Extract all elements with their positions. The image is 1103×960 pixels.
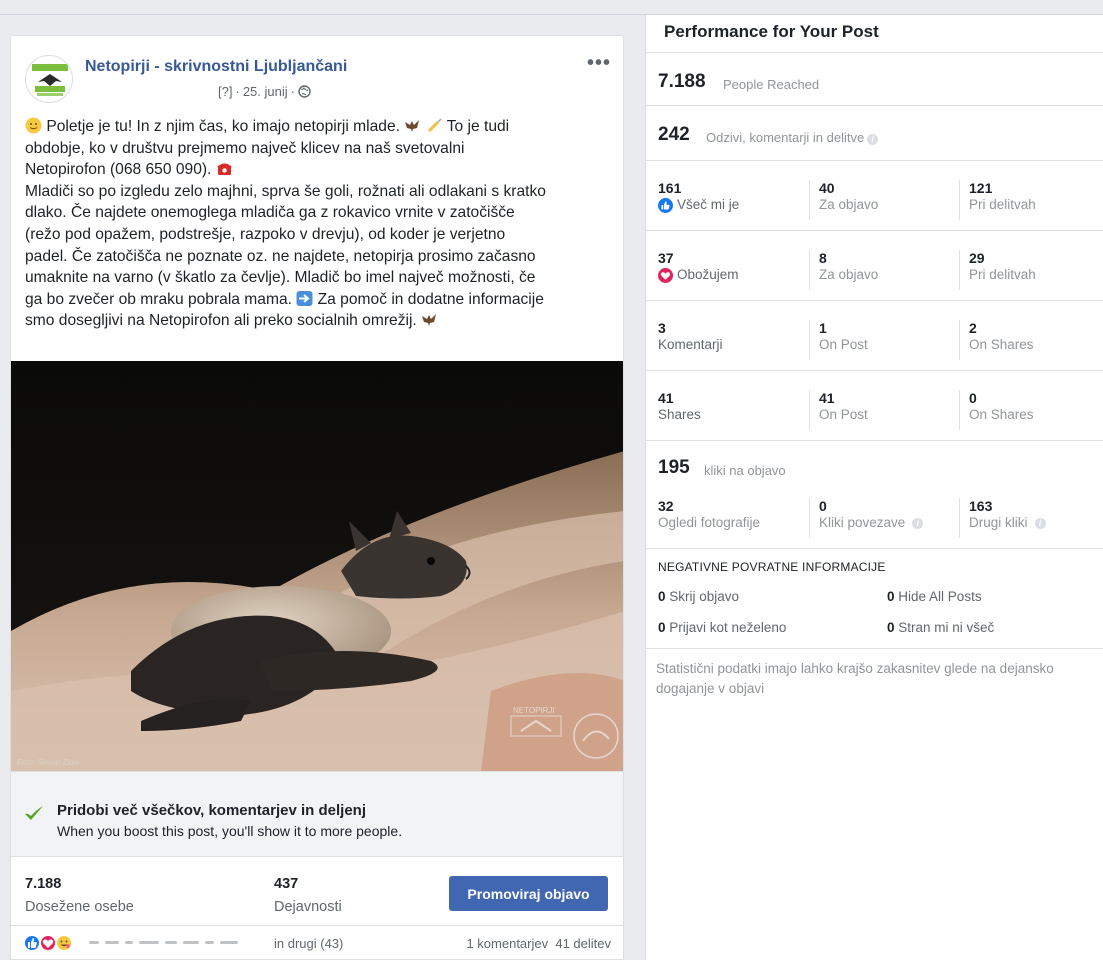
right-arrow-emoji-icon [296, 290, 313, 306]
comments-count-link[interactable]: 1 komentarjev [466, 936, 548, 951]
people-reached-section: 7.188 People Reached [646, 52, 1103, 105]
svg-text:NETOPIRJI: NETOPIRJI [513, 706, 555, 715]
likes-row: 161 Všeč mi je 40 Za objavo 121 Pri deli… [646, 160, 1103, 230]
post-header: Netopirji - skrivnostni Ljubljančani [?]… [25, 50, 623, 110]
loves-total: 37 [658, 250, 674, 266]
hide-all-posts-stat: 0 Hide All Posts [887, 589, 982, 604]
privacy-marker: [?] [218, 84, 233, 99]
syringe-emoji-icon [427, 118, 442, 133]
page-logo-icon [32, 64, 68, 96]
photo-views-label: Ogledi fotografije [658, 515, 761, 530]
likes-total: 161 [658, 180, 682, 196]
performance-panel: Performance for Your Post 7.188 People R… [645, 15, 1103, 960]
post-photo[interactable]: NETOPIRJI Foto: Simon Zidar [11, 361, 623, 771]
engagement-label: Dejavnosti [274, 899, 342, 915]
likes-on-post: 40 [819, 180, 835, 196]
shares-on-post: 41 [819, 390, 835, 406]
blurred-reactor-names[interactable] [89, 938, 264, 946]
checkmark-icon [25, 806, 43, 820]
reactions-row: in drugi (43) 1 komentarjev 41 delitev [11, 926, 623, 959]
bat-emoji-icon [422, 314, 437, 327]
more-options-icon[interactable]: ••• [587, 52, 611, 75]
statistics-footnote: Statistični podatki imajo lahko krajšo z… [656, 661, 1054, 696]
comments-on-shares: 2 [969, 320, 977, 336]
loves-label: Obožujem [677, 267, 739, 282]
post-date-link[interactable]: 25. junij [243, 84, 288, 99]
photo-views-value: 32 [658, 498, 674, 514]
engagement-value: 437 [274, 876, 299, 892]
boost-title: Pridobi več všečkov, komentarjev in delj… [57, 802, 367, 819]
loves-row: 37 Obožujem 8 Za objavo 29 Pri delitvah [646, 230, 1103, 300]
like-reaction-icon[interactable] [23, 934, 41, 952]
post-text: Poletje je tu! In z njim čas, ko imajo n… [25, 117, 546, 330]
boost-subtitle: When you boost this post, you'll show it… [57, 823, 403, 839]
reactions-total-section: 242 Odzivi, komentarji in delitve i [646, 105, 1103, 160]
like-icon [658, 197, 673, 213]
loves-on-post: 8 [819, 250, 827, 266]
footnote-section: Statistični podatki imajo lahko krajšo z… [646, 648, 1103, 728]
smile-emoji-icon [25, 117, 42, 134]
loves-on-shares: 29 [969, 250, 985, 266]
bat-emoji-icon [405, 120, 420, 132]
unlike-page-stat: 0 Stran mi ni všeč [887, 620, 995, 635]
comments-label: Komentarji [658, 337, 723, 352]
shares-count-link[interactable]: 41 delitev [555, 936, 611, 951]
haha-reaction-icon[interactable] [55, 934, 73, 952]
shares-on-shares: 0 [969, 390, 977, 406]
page-name-link[interactable]: Netopirji - skrivnostni Ljubljančani [85, 58, 347, 76]
info-icon[interactable]: i [1034, 517, 1046, 529]
info-icon[interactable]: i [912, 517, 924, 529]
hide-post-stat: 0 Skrij objavo [658, 589, 740, 604]
reactions-total-label: Odzivi, komentarji in delitve i [706, 130, 879, 145]
shares-row: 41 Shares 41 On Post 0 On Shares [646, 370, 1103, 440]
reached-label: Dosežene osebe [25, 899, 134, 915]
comments-on-post: 1 [819, 320, 827, 336]
love-reaction-icon[interactable] [39, 934, 57, 952]
post-clicks-value: 195 [658, 457, 690, 478]
link-clicks-label: Kliki povezave [819, 515, 906, 530]
love-icon [658, 267, 673, 283]
other-clicks-label: Drugi kliki [969, 515, 1028, 530]
post-meta: [?] · 25. junij · [218, 84, 311, 99]
reached-value: 7.188 [25, 876, 62, 892]
negative-feedback-title: NEGATIVNE POVRATNE INFORMACIJE [658, 560, 886, 574]
telephone-emoji-icon [216, 163, 232, 176]
boost-banner[interactable]: Pridobi več všečkov, komentarjev in delj… [11, 771, 623, 857]
globe-icon[interactable] [298, 85, 311, 98]
page-avatar[interactable] [25, 55, 73, 103]
comment-share-counts: 1 komentarjev 41 delitev [466, 936, 611, 951]
report-spam-stat: 0 Prijavi kot neželeno [658, 620, 787, 635]
post-clicks-label: kliki na objavo [704, 463, 786, 478]
shares-total: 41 [658, 390, 674, 406]
people-reached-value: 7.188 [658, 71, 706, 92]
post-stats-row: 7.188 Dosežene osebe 437 Dejavnosti Prom… [11, 858, 623, 926]
other-clicks-value: 163 [969, 498, 993, 514]
promote-post-button[interactable]: Promoviraj objavo [449, 876, 608, 911]
info-icon[interactable]: i [867, 134, 879, 145]
likes-label: Všeč mi je [677, 197, 740, 212]
shares-label: Shares [658, 407, 701, 422]
likes-on-shares: 121 [969, 180, 993, 196]
post-card: Netopirji - skrivnostni Ljubljančani [?]… [10, 35, 624, 960]
negative-feedback-section: NEGATIVNE POVRATNE INFORMACIJE 0 Skrij o… [646, 548, 1103, 648]
post-clicks-section: 195 kliki na objavo 32 Ogledi fotografij… [646, 440, 1103, 548]
reactions-total-value: 242 [658, 124, 690, 145]
photo-credit: Foto: Simon Zidar [17, 758, 81, 767]
people-reached-label: People Reached [723, 77, 820, 92]
link-clicks-value: 0 [819, 498, 827, 514]
comments-row: 3 Komentarji 1 On Post 2 On Shares [646, 300, 1103, 370]
comments-total: 3 [658, 320, 666, 336]
panel-title: Performance for Your Post [664, 22, 879, 41]
bat-photo-illustration: NETOPIRJI [11, 361, 623, 771]
and-others-link[interactable]: in drugi (43) [274, 936, 343, 951]
